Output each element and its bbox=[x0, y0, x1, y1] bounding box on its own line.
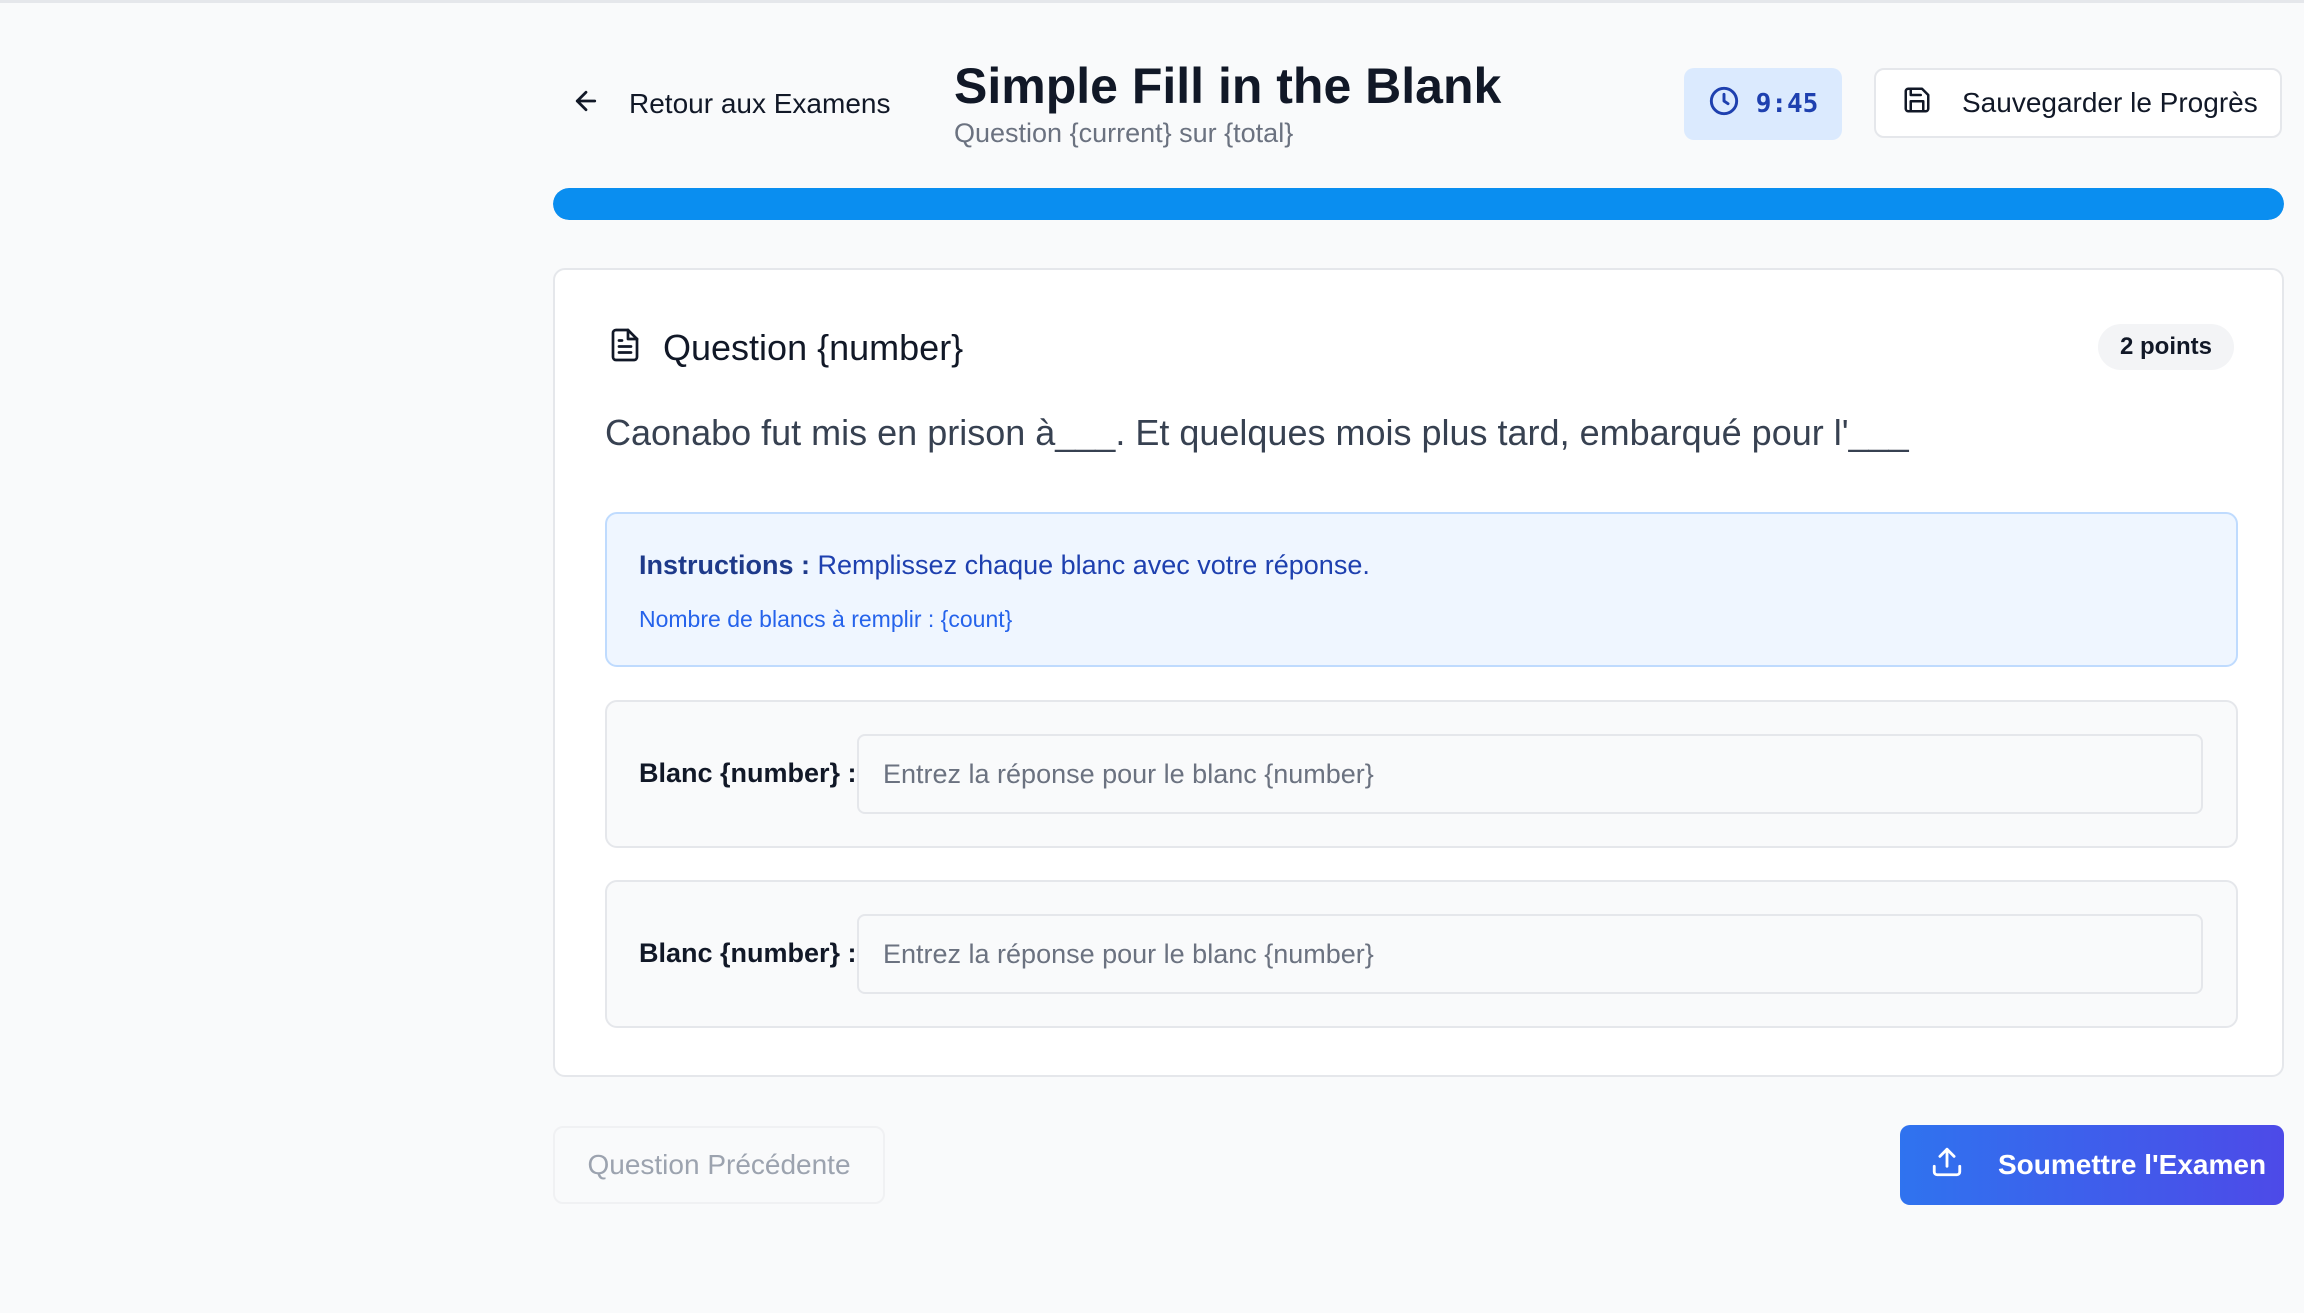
blank-label: Blanc {number} : bbox=[639, 758, 857, 788]
back-button-label: Retour aux Examens bbox=[629, 88, 891, 119]
instructions-box: Instructions : Remplissez chaque blanc a… bbox=[605, 512, 2238, 667]
question-card: Question {number} 2 points Caonabo fut m… bbox=[553, 268, 2284, 1077]
upload-icon bbox=[1930, 1145, 1964, 1186]
back-to-exams-button[interactable]: Retour aux Examens bbox=[571, 76, 890, 132]
blank-label: Blanc {number} : bbox=[639, 938, 857, 968]
blank-row: Blanc {number} : bbox=[605, 700, 2238, 848]
arrow-left-icon bbox=[571, 86, 601, 123]
save-icon bbox=[1902, 85, 1932, 122]
document-icon bbox=[607, 326, 643, 369]
submit-exam-button[interactable]: Soumettre l'Examen bbox=[1900, 1125, 2284, 1205]
previous-button-label: Question Précédente bbox=[587, 1149, 851, 1180]
instructions-label: Instructions : bbox=[639, 550, 811, 580]
blank-row: Blanc {number} : bbox=[605, 880, 2238, 1028]
previous-question-button[interactable]: Question Précédente bbox=[553, 1126, 885, 1204]
save-progress-button[interactable]: Sauvegarder le Progrès bbox=[1874, 68, 2282, 138]
blank-answer-input[interactable] bbox=[857, 734, 2203, 814]
blank-answer-input[interactable] bbox=[857, 914, 2203, 994]
timer-value: 9:45 bbox=[1755, 89, 1819, 119]
title-block: Simple Fill in the Blank Question {curre… bbox=[954, 56, 1501, 149]
question-header: Question {number} bbox=[607, 326, 963, 369]
exam-container: Retour aux Examens Simple Fill in the Bl… bbox=[553, 0, 2284, 1205]
progress-bar-fill bbox=[553, 188, 2284, 220]
question-counter: Question {current} sur {total} bbox=[954, 118, 1294, 148]
page-title: Simple Fill in the Blank bbox=[954, 58, 1502, 114]
question-title: Question {number} bbox=[663, 326, 964, 368]
question-text: Caonabo fut mis en prison à___. Et quelq… bbox=[605, 412, 1909, 453]
exam-header: Retour aux Examens Simple Fill in the Bl… bbox=[553, 0, 2284, 220]
submit-button-label: Soumettre l'Examen bbox=[1998, 1149, 2267, 1180]
instructions-text: Remplissez chaque blanc avec votre répon… bbox=[817, 550, 1370, 580]
instructions-line: Instructions : Remplissez chaque blanc a… bbox=[639, 550, 1370, 581]
timer-badge: 9:45 bbox=[1684, 68, 1842, 140]
blank-count-text: Nombre de blancs à remplir : {count} bbox=[639, 606, 1013, 632]
save-button-label: Sauvegarder le Progrès bbox=[1962, 87, 2258, 118]
points-badge: 2 points bbox=[2097, 324, 2234, 370]
clock-icon bbox=[1708, 85, 1740, 124]
progress-bar bbox=[553, 188, 2284, 220]
